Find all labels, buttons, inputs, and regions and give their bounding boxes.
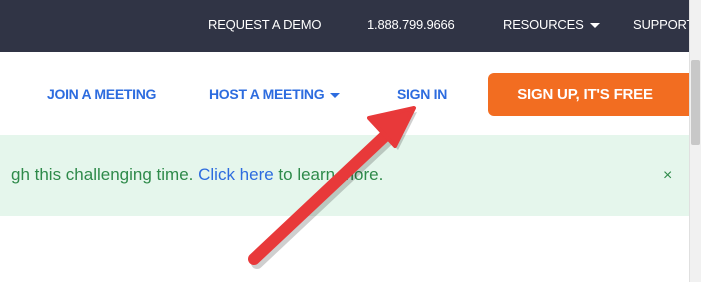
sign-up-label: SIGN UP, IT'S FREE [517, 86, 653, 103]
support-link[interactable]: SUPPORT [633, 17, 694, 32]
close-icon[interactable]: × [663, 167, 672, 185]
chevron-down-icon [589, 23, 600, 29]
scrollbar-thumb[interactable] [691, 60, 700, 145]
request-demo-link[interactable]: REQUEST A DEMO [208, 17, 321, 32]
click-here-link[interactable]: Click here [198, 165, 274, 184]
page: REQUEST A DEMO 1.888.799.9666 RESOURCES … [0, 0, 701, 282]
resources-label: RESOURCES [503, 17, 584, 32]
host-meeting-label: HOST A MEETING [209, 86, 325, 102]
phone-number-link[interactable]: 1.888.799.9666 [367, 17, 455, 32]
banner-text-before: gh this challenging time. [11, 165, 199, 184]
host-meeting-menu[interactable]: HOST A MEETING [209, 86, 341, 102]
notice-banner: gh this challenging time. Click here to … [0, 135, 689, 216]
sign-up-button[interactable]: SIGN UP, IT'S FREE [488, 73, 694, 116]
scrollbar[interactable] [689, 0, 701, 282]
join-meeting-link[interactable]: JOIN A MEETING [47, 86, 156, 102]
sign-in-link[interactable]: SIGN IN [397, 86, 447, 102]
resources-menu[interactable]: RESOURCES [503, 17, 600, 32]
banner-message: gh this challenging time. Click here to … [11, 165, 383, 185]
banner-text-after: to learn more. [273, 165, 384, 184]
chevron-down-icon [330, 92, 341, 98]
top-utility-bar: REQUEST A DEMO 1.888.799.9666 RESOURCES … [0, 0, 701, 52]
